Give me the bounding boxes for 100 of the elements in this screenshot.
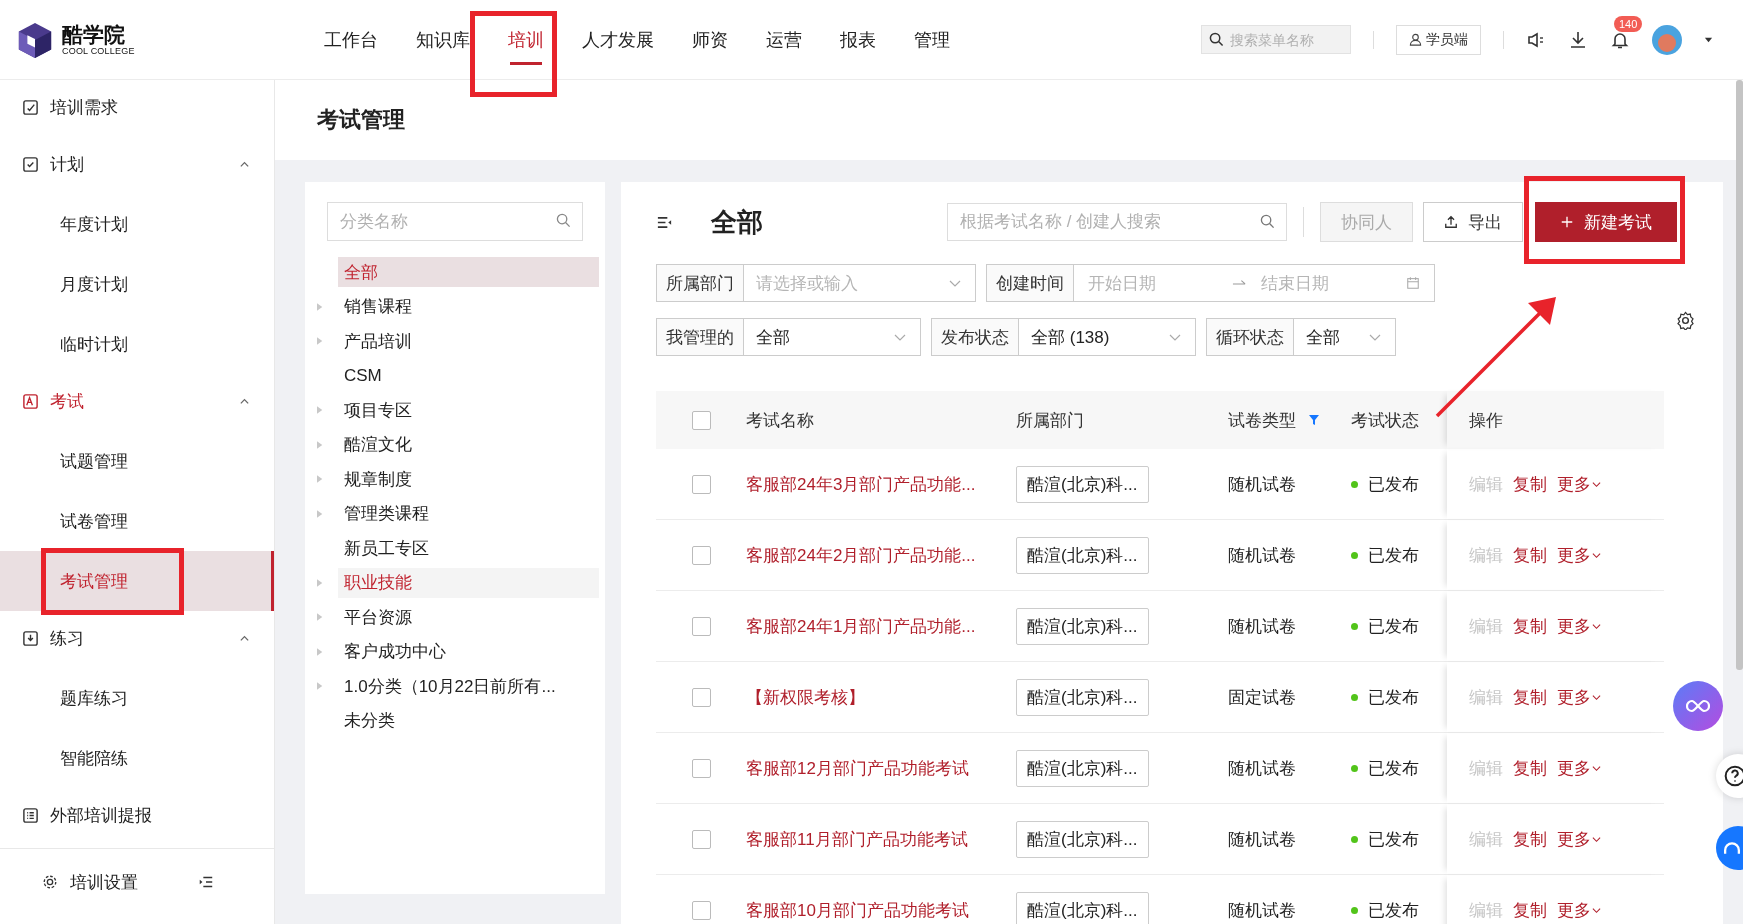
nav-tab[interactable]: 管理 bbox=[895, 0, 969, 79]
action-link[interactable]: 复制 bbox=[1513, 543, 1547, 567]
student-portal-button[interactable]: 学员端 bbox=[1396, 24, 1481, 55]
action-link[interactable]: 复制 bbox=[1513, 614, 1547, 638]
category-item[interactable]: 职业技能 bbox=[338, 567, 599, 598]
action-link[interactable]: 更多 bbox=[1557, 472, 1601, 496]
expand-arrow-icon[interactable] bbox=[317, 509, 323, 518]
date-range-field[interactable]: 创建时间 开始日期 结束日期 bbox=[986, 264, 1435, 302]
sidebar-item[interactable]: 考试管理 bbox=[0, 551, 274, 611]
nav-tab[interactable]: 报表 bbox=[821, 0, 895, 79]
table-cell-text: 已发布 bbox=[1368, 686, 1419, 709]
sidebar-group[interactable]: 计划 bbox=[0, 134, 274, 194]
action-link[interactable]: 更多 bbox=[1557, 543, 1601, 567]
nav-tab[interactable]: 知识库 bbox=[397, 0, 489, 79]
action-link[interactable]: 更多 bbox=[1557, 898, 1601, 922]
exam-name-link[interactable]: 客服部24年1月部门产品功能... bbox=[746, 614, 976, 638]
action-link[interactable]: 更多 bbox=[1557, 827, 1601, 851]
filter-select[interactable]: 所属部门 请选择或输入 bbox=[656, 264, 976, 302]
export-button[interactable]: 导出 bbox=[1423, 202, 1523, 242]
expand-arrow-icon[interactable] bbox=[317, 475, 323, 484]
caret-icon[interactable] bbox=[1704, 35, 1713, 44]
category-item[interactable]: 客户成功中心 bbox=[338, 636, 599, 667]
category-item[interactable]: 项目专区 bbox=[338, 395, 599, 426]
new-exam-button[interactable]: 新建考试 bbox=[1535, 202, 1677, 242]
sidebar-group[interactable]: 考试 bbox=[0, 371, 274, 431]
expand-arrow-icon[interactable] bbox=[317, 302, 323, 311]
category-item[interactable]: 规章制度 bbox=[338, 464, 599, 495]
filter-label: 所属部门 bbox=[657, 265, 744, 301]
category-item[interactable]: 1.0分类（10月22日前所有... bbox=[338, 671, 599, 702]
avatar-icon[interactable] bbox=[1652, 24, 1682, 55]
action-link[interactable]: 更多 bbox=[1557, 685, 1601, 709]
action-link[interactable]: 复制 bbox=[1513, 685, 1547, 709]
table-cell-text: 已发布 bbox=[1368, 544, 1419, 567]
exam-search-field[interactable]: 根据考试名称 / 创建人搜索 bbox=[947, 203, 1287, 241]
nav-tab[interactable]: 运营 bbox=[747, 0, 821, 79]
exam-name-link[interactable]: 客服部10月部门产品功能考试 bbox=[746, 898, 969, 922]
menu-search-field[interactable]: 搜索菜单名称 bbox=[1201, 25, 1351, 54]
sidebar-group[interactable]: 培训需求 bbox=[0, 77, 274, 137]
action-link[interactable]: 复制 bbox=[1513, 898, 1547, 922]
category-item[interactable]: 产品培训 bbox=[338, 326, 599, 357]
sidebar-group[interactable]: 外部培训提报 bbox=[0, 785, 274, 845]
sidebar-item[interactable]: 年度计划 bbox=[0, 194, 274, 254]
category-item[interactable]: CSM bbox=[338, 360, 599, 391]
scrollbar-thumb[interactable] bbox=[1736, 80, 1743, 670]
row-checkbox[interactable] bbox=[691, 616, 711, 636]
action-link[interactable]: 更多 bbox=[1557, 756, 1601, 780]
settings-icon[interactable] bbox=[1676, 310, 1695, 330]
nav-tab[interactable]: 工作台 bbox=[305, 0, 397, 79]
filter-select[interactable]: 发布状态 全部 (138) bbox=[931, 318, 1196, 356]
row-checkbox[interactable] bbox=[691, 829, 711, 849]
exam-name-link[interactable]: 【新权限考核】 bbox=[746, 685, 865, 709]
filter-label: 创建时间 bbox=[987, 265, 1074, 301]
exam-name-link[interactable]: 客服部24年2月部门产品功能... bbox=[746, 543, 976, 567]
exam-name-link[interactable]: 客服部24年3月部门产品功能... bbox=[746, 472, 976, 496]
expand-arrow-icon[interactable] bbox=[317, 406, 323, 415]
row-checkbox[interactable] bbox=[691, 545, 711, 565]
action-link[interactable]: 复制 bbox=[1513, 827, 1547, 851]
collapse-menu-icon[interactable] bbox=[198, 874, 214, 890]
row-checkbox[interactable] bbox=[691, 474, 711, 494]
nav-tab[interactable]: 培训 bbox=[489, 0, 563, 79]
filter-value: 全部 bbox=[755, 326, 791, 349]
sidebar-item[interactable]: 试题管理 bbox=[0, 431, 274, 491]
expand-arrow-icon[interactable] bbox=[317, 578, 323, 587]
action-link[interactable]: 更多 bbox=[1557, 614, 1601, 638]
sidebar-item[interactable]: 月度计划 bbox=[0, 254, 274, 314]
sidebar-item[interactable]: 智能陪练 bbox=[0, 728, 274, 788]
nav-tab[interactable]: 人才发展 bbox=[563, 0, 673, 79]
category-item[interactable]: 酷渲文化 bbox=[338, 429, 599, 460]
row-checkbox[interactable] bbox=[691, 900, 711, 920]
exam-name-link[interactable]: 客服部11月部门产品功能考试 bbox=[746, 827, 968, 851]
category-item[interactable]: 全部 bbox=[338, 257, 599, 288]
filter-select[interactable]: 循环状态 全部 bbox=[1206, 318, 1396, 356]
exam-name-link[interactable]: 客服部12月部门产品功能考试 bbox=[746, 756, 969, 780]
category-item[interactable]: 管理类课程 bbox=[338, 498, 599, 529]
download-icon[interactable] bbox=[1568, 29, 1588, 50]
category-item[interactable]: 销售课程 bbox=[338, 291, 599, 322]
expand-arrow-icon[interactable] bbox=[317, 337, 323, 346]
filter-icon[interactable] bbox=[1308, 414, 1320, 426]
category-search-field[interactable]: 分类名称 bbox=[327, 202, 583, 241]
table-cell-text: 固定试卷 bbox=[1228, 686, 1296, 709]
expand-arrow-icon[interactable] bbox=[317, 647, 323, 656]
expand-arrow-icon[interactable] bbox=[317, 682, 323, 691]
table-cell-text: 已发布 bbox=[1368, 473, 1419, 496]
category-item[interactable]: 新员工专区 bbox=[338, 533, 599, 564]
row-checkbox[interactable] bbox=[691, 758, 711, 778]
sidebar-item[interactable]: 临时计划 bbox=[0, 314, 274, 374]
row-checkbox[interactable] bbox=[691, 687, 711, 707]
expand-arrow-icon[interactable] bbox=[317, 613, 323, 622]
settings-button[interactable]: 培训设置 bbox=[42, 870, 138, 894]
select-all-checkbox[interactable] bbox=[691, 410, 711, 430]
sidebar-item[interactable]: 题库练习 bbox=[0, 668, 274, 728]
category-item[interactable]: 未分类 bbox=[338, 705, 599, 736]
nav-tab[interactable]: 师资 bbox=[673, 0, 747, 79]
table-cell-text: 随机试卷 bbox=[1228, 899, 1296, 922]
action-link[interactable]: 复制 bbox=[1513, 472, 1547, 496]
category-item[interactable]: 平台资源 bbox=[338, 602, 599, 633]
sidebar-item[interactable]: 试卷管理 bbox=[0, 491, 274, 551]
filter-select[interactable]: 我管理的 全部 bbox=[656, 318, 921, 356]
expand-arrow-icon[interactable] bbox=[317, 440, 323, 449]
action-link[interactable]: 复制 bbox=[1513, 756, 1547, 780]
